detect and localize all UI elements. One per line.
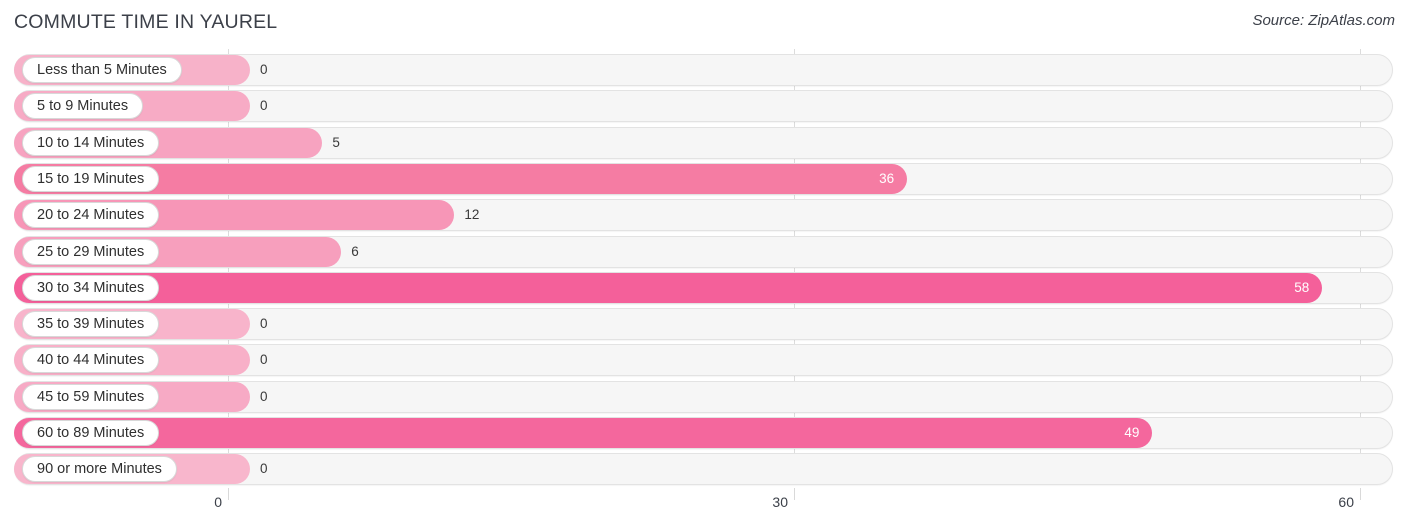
category-label-pill[interactable]: 35 to 39 Minutes xyxy=(22,311,160,338)
category-label-pill[interactable]: 60 to 89 Minutes xyxy=(22,420,160,446)
bar-row[interactable]: 0 90 or more Minutes xyxy=(0,453,1406,486)
bar-value-label: 58 xyxy=(1294,279,1310,295)
axis-tick-label: 60 xyxy=(1338,494,1354,510)
bar-fill[interactable]: 58 xyxy=(14,272,1323,303)
axis-tick-mark xyxy=(228,488,229,500)
bar-row[interactable]: 0 45 to 59 Minutes xyxy=(0,380,1406,413)
bar-row[interactable]: 0 5 to 9 Minutes xyxy=(0,90,1406,123)
axis-tick-label: 0 xyxy=(214,494,222,510)
bar-value-label: 6 xyxy=(351,243,359,259)
category-label-pill[interactable]: 5 to 9 Minutes xyxy=(22,93,144,120)
chart-container: COMMUTE TIME IN YAUREL Source: ZipAtlas.… xyxy=(0,0,1406,524)
bar-row[interactable]: 58 30 to 34 Minutes xyxy=(0,271,1406,304)
axis-tick-label: 30 xyxy=(772,494,788,510)
bar-row[interactable]: 5 10 to 14 Minutes xyxy=(0,126,1406,159)
plot-area: 0 Less than 5 Minutes 0 5 to 9 Minutes 5 10 t… xyxy=(0,46,1406,488)
category-label-pill[interactable]: 45 to 59 Minutes xyxy=(22,383,160,410)
bar-row[interactable]: 12 20 to 24 Minutes xyxy=(0,199,1406,232)
bar-value-label: 12 xyxy=(464,207,480,223)
axis-tick-mark xyxy=(794,488,795,500)
bar-value-label: 5 xyxy=(332,134,340,150)
category-label-pill[interactable]: 10 to 14 Minutes xyxy=(22,129,160,156)
bar-row[interactable]: 36 15 to 19 Minutes xyxy=(0,162,1406,195)
category-label-pill[interactable]: 30 to 34 Minutes xyxy=(22,274,160,301)
x-axis: 0 30 60 xyxy=(0,488,1406,524)
bar-value-label: 49 xyxy=(1124,425,1140,440)
bar-row[interactable]: 0 35 to 39 Minutes xyxy=(0,308,1406,341)
category-label-pill[interactable]: 90 or more Minutes xyxy=(22,456,177,483)
bar-value-label: 0 xyxy=(260,98,268,114)
category-label-pill[interactable]: 20 to 24 Minutes xyxy=(22,202,160,229)
category-label-pill[interactable]: 15 to 19 Minutes xyxy=(22,165,160,192)
bar-value-label: 0 xyxy=(260,62,268,77)
category-label-pill[interactable]: 40 to 44 Minutes xyxy=(22,347,160,374)
bar-value-label: 0 xyxy=(260,388,268,404)
bar-row[interactable]: 0 Less than 5 Minutes xyxy=(0,54,1406,86)
bar-row[interactable]: 6 25 to 29 Minutes xyxy=(0,235,1406,268)
category-label-pill[interactable]: Less than 5 Minutes xyxy=(22,57,182,83)
bar-value-label: 0 xyxy=(260,352,268,368)
bar-row[interactable]: 49 60 to 89 Minutes xyxy=(0,417,1406,449)
chart-header: COMMUTE TIME IN YAUREL Source: ZipAtlas.… xyxy=(0,0,1406,46)
source-attribution: Source: ZipAtlas.com xyxy=(1252,12,1395,29)
bar-value-label: 0 xyxy=(260,316,268,332)
bar-value-label: 36 xyxy=(879,170,895,186)
axis-tick-mark xyxy=(1360,488,1361,500)
bar-value-label: 0 xyxy=(260,461,268,477)
page-title: COMMUTE TIME IN YAUREL xyxy=(14,11,278,33)
category-label-pill[interactable]: 25 to 29 Minutes xyxy=(22,238,160,265)
bar-row[interactable]: 0 40 to 44 Minutes xyxy=(0,344,1406,377)
bar-fill[interactable]: 49 xyxy=(14,418,1153,448)
